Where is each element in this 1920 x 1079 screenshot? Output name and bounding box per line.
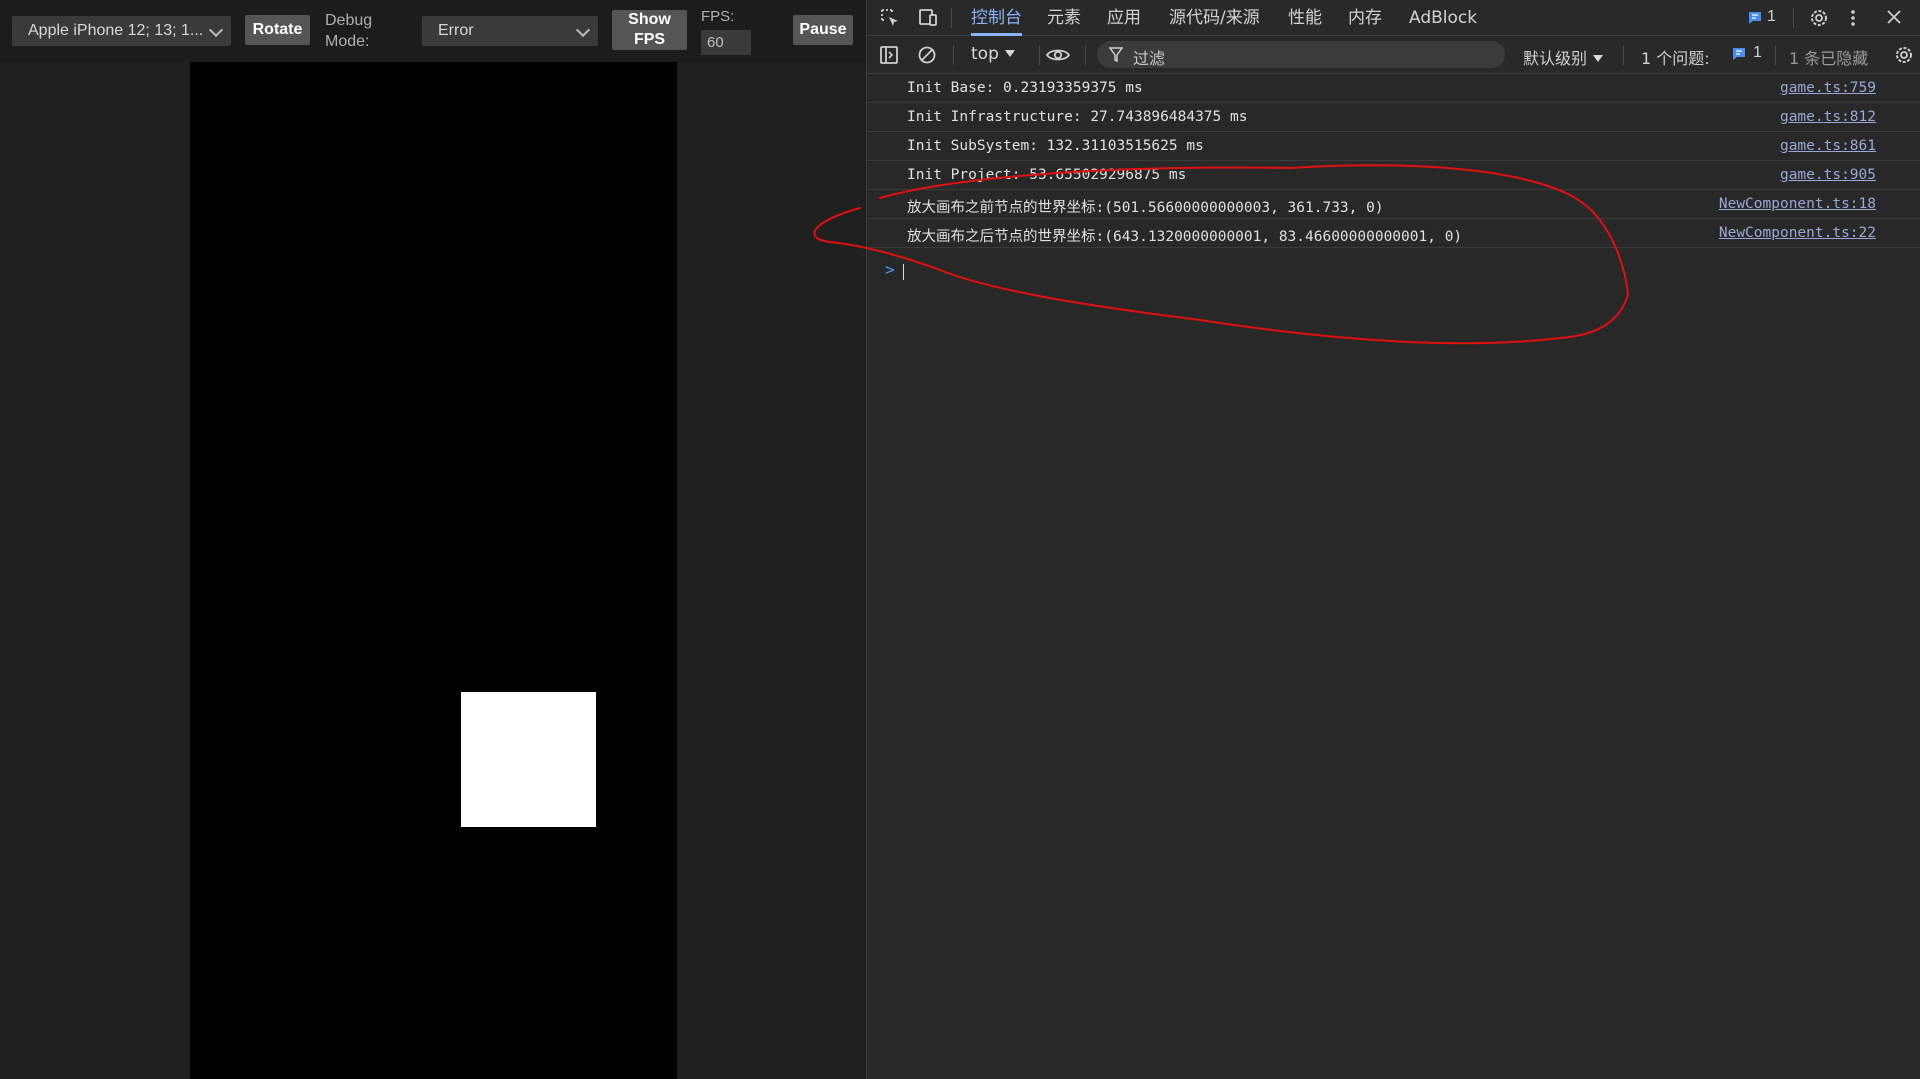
- console-prompt-chevron-icon: >: [885, 260, 895, 279]
- devtools-panel: 控制台 元素 应用 源代码/来源 性能 内存 AdBlock 1 top 过滤 …: [866, 0, 1920, 1079]
- tab-console[interactable]: 控制台: [971, 0, 1022, 36]
- close-icon[interactable]: [1885, 8, 1903, 31]
- gear-icon[interactable]: [1808, 7, 1830, 34]
- console-input-cursor[interactable]: [903, 264, 904, 280]
- fps-input[interactable]: 60: [701, 30, 751, 55]
- console-log-row: 放大画布之前节点的世界坐标:(501.56600000000003, 361.7…: [867, 190, 1920, 219]
- tab-separator: [951, 8, 952, 28]
- issues-badge[interactable]: 1: [1747, 8, 1776, 31]
- device-select[interactable]: Apple iPhone 12; 13; 1...: [12, 16, 231, 46]
- hidden-count-label: 1 条已隐藏: [1789, 49, 1869, 68]
- issues-badge-count: 1: [1767, 8, 1776, 25]
- console-log-row: Init SubSystem: 132.31103515625 ms game.…: [867, 132, 1920, 161]
- toolbar-separator: [1775, 45, 1776, 65]
- log-source-link[interactable]: NewComponent.ts:22: [1719, 225, 1876, 241]
- log-source-link[interactable]: game.ts:812: [1780, 109, 1876, 125]
- log-source-link[interactable]: game.ts:905: [1780, 167, 1876, 183]
- toolbar-separator: [1623, 45, 1624, 65]
- show-fps-button[interactable]: Show FPS: [612, 10, 687, 50]
- log-message: Init SubSystem: 132.31103515625 ms: [907, 138, 1204, 154]
- fps-label: FPS:: [701, 8, 735, 25]
- toolbar-separator: [1085, 45, 1086, 65]
- tab-performance[interactable]: 性能: [1288, 0, 1322, 35]
- log-message: 放大画布之前节点的世界坐标:(501.56600000000003, 361.7…: [907, 200, 1384, 216]
- chevron-down-icon: [208, 22, 224, 38]
- sidebar-toggle-icon[interactable]: [879, 45, 899, 70]
- console-log-row: Init Base: 0.23193359375 ms game.ts:759: [867, 74, 1920, 103]
- clear-console-icon[interactable]: [917, 45, 937, 70]
- caret-down-icon: [1593, 55, 1604, 62]
- message-icon: [1749, 12, 1761, 24]
- devtools-tab-bar: 控制台 元素 应用 源代码/来源 性能 内存 AdBlock 1: [867, 0, 1920, 36]
- log-level-value: 默认级别: [1523, 49, 1588, 68]
- tab-sources[interactable]: 源代码/来源: [1169, 0, 1260, 35]
- console-log-row: Init Project: 53.655029296875 ms game.ts…: [867, 161, 1920, 190]
- log-message: Init Base: 0.23193359375 ms: [907, 80, 1143, 96]
- tab-adblock[interactable]: AdBlock: [1409, 0, 1477, 35]
- toolbar-separator: [953, 45, 954, 65]
- console-log-row: 放大画布之后节点的世界坐标:(643.1320000000001, 83.466…: [867, 219, 1920, 248]
- context-value: top: [971, 44, 999, 64]
- issues-count: 1: [1753, 44, 1762, 61]
- log-source-link[interactable]: game.ts:861: [1780, 138, 1876, 154]
- screen: Apple iPhone 12; 13; 1... Rotate Debug M…: [0, 0, 1920, 1079]
- context-select[interactable]: top: [971, 44, 1015, 64]
- device-toolbar-icon[interactable]: [917, 7, 939, 34]
- issues-label[interactable]: 1 个问题:: [1641, 45, 1710, 69]
- issues-link[interactable]: 1: [1731, 44, 1762, 67]
- rotate-button[interactable]: Rotate: [245, 15, 310, 45]
- white-square-node: [461, 692, 596, 827]
- debug-mode-label: Debug Mode:: [325, 12, 373, 50]
- device-select-value: Apple iPhone 12; 13; 1...: [28, 22, 204, 39]
- log-source-link[interactable]: NewComponent.ts:18: [1719, 196, 1876, 212]
- filter-placeholder: 过滤: [1133, 49, 1166, 68]
- tab-elements[interactable]: 元素: [1047, 0, 1081, 35]
- debug-mode-select[interactable]: Error: [422, 16, 598, 46]
- chevron-down-icon: [575, 22, 591, 38]
- toolbar-separator: [1039, 45, 1040, 65]
- log-message: Init Project: 53.655029296875 ms: [907, 167, 1187, 183]
- tab-application[interactable]: 应用: [1107, 0, 1141, 35]
- filter-icon: [1108, 47, 1124, 68]
- preview-panel: Apple iPhone 12; 13; 1... Rotate Debug M…: [0, 0, 866, 1079]
- log-message: 放大画布之后节点的世界坐标:(643.1320000000001, 83.466…: [907, 229, 1463, 245]
- inspect-element-icon[interactable]: [879, 7, 901, 34]
- log-message: Init Infrastructure: 27.743896484375 ms: [907, 109, 1248, 125]
- log-source-link[interactable]: game.ts:759: [1780, 80, 1876, 96]
- caret-down-icon: [1004, 50, 1015, 57]
- console-log-row: Init Infrastructure: 27.743896484375 ms …: [867, 103, 1920, 132]
- console-settings-gear-icon[interactable]: [1893, 44, 1915, 71]
- more-options-icon[interactable]: [1849, 7, 1857, 34]
- pause-button[interactable]: Pause: [793, 15, 853, 45]
- tab-memory[interactable]: 内存: [1348, 0, 1382, 35]
- tab-separator: [1793, 8, 1794, 28]
- message-icon: [1733, 48, 1745, 60]
- eye-icon[interactable]: [1045, 45, 1071, 70]
- console-toolbar: top 过滤 默认级别 1 个问题: 1 1 条已隐藏: [867, 36, 1920, 74]
- console-output[interactable]: Init Base: 0.23193359375 ms game.ts:759 …: [867, 74, 1920, 1079]
- game-canvas[interactable]: [190, 62, 677, 1079]
- preview-toolbar: Apple iPhone 12; 13; 1... Rotate Debug M…: [0, 0, 866, 62]
- log-level-select[interactable]: 默认级别: [1523, 45, 1604, 69]
- debug-mode-value: Error: [438, 22, 474, 39]
- filter-input[interactable]: 过滤: [1097, 41, 1505, 68]
